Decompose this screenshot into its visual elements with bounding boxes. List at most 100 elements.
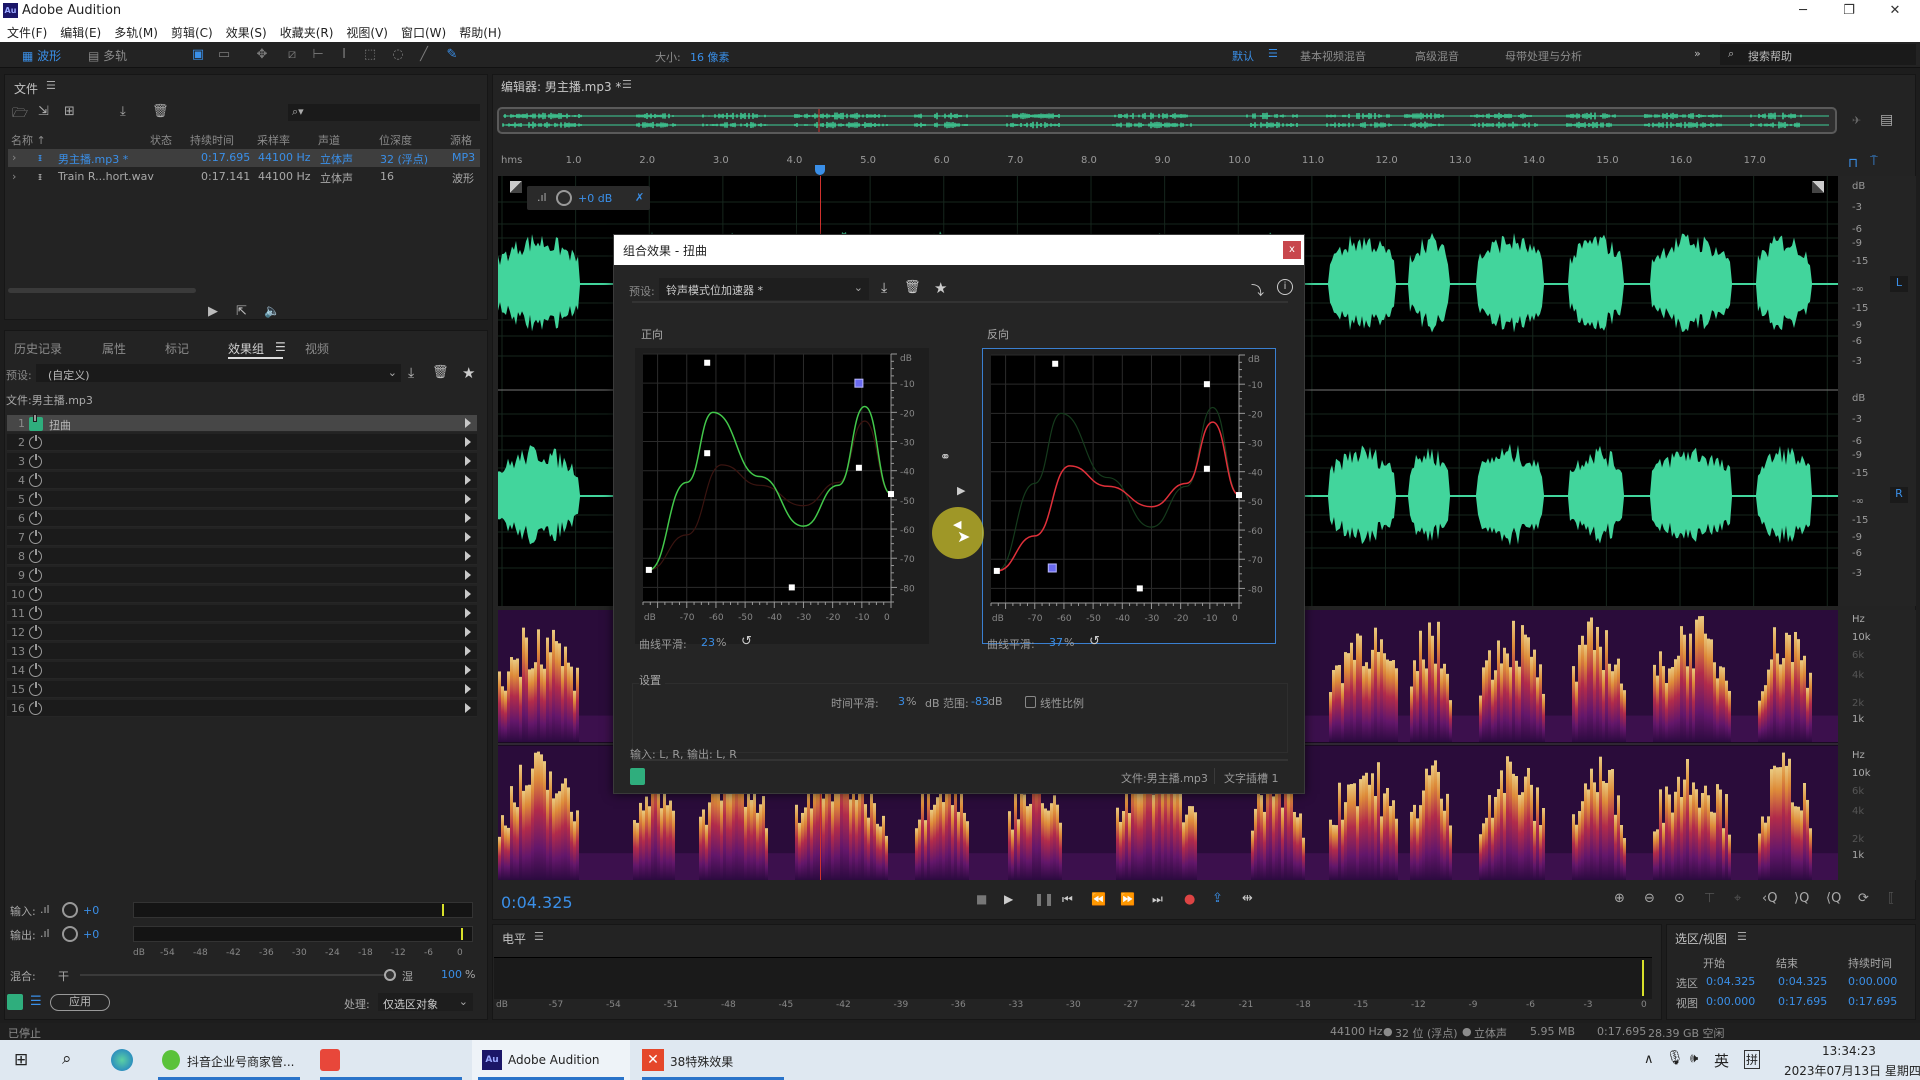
insert-into-multitrack-icon[interactable]: ⤓ bbox=[120, 104, 126, 119]
zoom-in-amplitude-icon[interactable]: ⊕ bbox=[1614, 891, 1625, 906]
fast-forward-button[interactable]: ⏩ bbox=[1120, 892, 1135, 906]
expand-icon[interactable]: › bbox=[12, 151, 16, 164]
fade-out-handle[interactable] bbox=[1812, 181, 1824, 193]
reset-curve-icon[interactable]: ↺ bbox=[741, 634, 752, 649]
help-search-field[interactable]: ⌕ 搜索帮助 bbox=[1720, 44, 1916, 65]
effect-slot[interactable]: 9 bbox=[7, 567, 477, 584]
tab-history[interactable]: 历史记录 bbox=[14, 340, 62, 357]
panel-menu-icon[interactable]: ☰ bbox=[534, 930, 544, 943]
effect-slot[interactable]: 16 bbox=[7, 700, 477, 717]
col-sample-rate[interactable]: 采样率 bbox=[257, 132, 290, 148]
autoplay-icon[interactable]: 🔈 bbox=[264, 304, 280, 319]
power-icon[interactable] bbox=[29, 700, 42, 715]
search-icon[interactable]: ⌕ bbox=[62, 1049, 72, 1069]
apply-button[interactable]: 应用 bbox=[50, 994, 110, 1011]
output-gain-knob[interactable] bbox=[62, 926, 78, 942]
routing-icon[interactable]: ⤵ bbox=[1251, 280, 1264, 299]
slot-menu-arrow-icon[interactable] bbox=[465, 627, 471, 637]
start-button[interactable]: ⊞ bbox=[14, 1050, 28, 1070]
spectral-display-icon[interactable]: ▣ bbox=[190, 47, 206, 63]
pitch-display-icon[interactable]: ▭ bbox=[216, 47, 232, 63]
menu-edit[interactable]: 编辑(E) bbox=[53, 22, 107, 41]
zoom-out-time-icon[interactable]: ⟩Q bbox=[1794, 891, 1809, 906]
expand-icon[interactable]: › bbox=[12, 170, 16, 183]
delete-preset-icon[interactable]: 🗑 bbox=[432, 365, 449, 380]
file-row[interactable]: › ᵻ 男主播.mp3 * 0:17.695 44100 Hz 立体声 32 (… bbox=[8, 149, 480, 167]
tab-effects-rack[interactable]: 效果组 bbox=[228, 340, 264, 357]
col-bit-depth[interactable]: 位深度 bbox=[379, 132, 412, 148]
linear-scale-checkbox[interactable] bbox=[1025, 696, 1036, 708]
new-file-icon[interactable]: ⊞ bbox=[64, 104, 75, 119]
marquee-icon[interactable]: ⬚ bbox=[362, 47, 378, 63]
menu-effects[interactable]: 效果(S) bbox=[219, 22, 273, 41]
time-smooth-value[interactable]: 3 bbox=[898, 695, 905, 708]
play-preview-icon[interactable]: ▶ bbox=[208, 304, 218, 319]
negative-curve-graph[interactable]: dB -70 -60 -50 -40 -30 -20 -10 0 dB -10 -20 -30 -40 -5… bbox=[983, 349, 1277, 645]
slot-menu-arrow-icon[interactable] bbox=[465, 589, 471, 599]
multitrack-view-button[interactable]: ▤ 多轨 bbox=[88, 47, 127, 64]
process-dropdown[interactable]: 仅选区对象 ⌄ bbox=[378, 993, 473, 1011]
dialog-preset-dropdown[interactable]: 铃声模式位加速器 * ⌄ bbox=[659, 278, 869, 300]
power-icon[interactable] bbox=[29, 681, 42, 696]
panel-menu-icon[interactable]: ☰ bbox=[275, 340, 286, 354]
effect-slot[interactable]: 2 bbox=[7, 434, 477, 451]
panel-menu-icon[interactable]: ☰ bbox=[46, 79, 56, 92]
effect-power-button[interactable] bbox=[630, 768, 645, 785]
go-to-end-button[interactable]: ⏭ bbox=[1152, 892, 1163, 907]
positive-smooth-value[interactable]: 23 bbox=[701, 636, 715, 649]
size-value[interactable]: 16 像素 bbox=[690, 49, 730, 65]
more-workspaces-button[interactable]: » bbox=[1694, 47, 1701, 60]
microphone-icon[interactable]: 🎙 bbox=[1666, 1050, 1684, 1066]
effect-slot[interactable]: 6 bbox=[7, 510, 477, 527]
panel-options-icon[interactable]: ▤ bbox=[1880, 112, 1893, 128]
go-to-start-button[interactable]: ⏮ bbox=[1062, 892, 1073, 907]
ime-language[interactable]: 英 bbox=[1714, 1050, 1729, 1071]
menu-help[interactable]: 帮助(H) bbox=[452, 22, 507, 41]
zoom-navigator-icon[interactable]: ✈ bbox=[1852, 114, 1861, 127]
tab-markers[interactable]: 标记 bbox=[165, 340, 189, 357]
slot-menu-arrow-icon[interactable] bbox=[465, 475, 471, 485]
files-search-input[interactable]: ⌕▾ bbox=[288, 104, 480, 121]
col-status[interactable]: 状态 bbox=[150, 132, 172, 148]
loop-button[interactable]: ⇪ bbox=[1212, 891, 1223, 906]
menu-view[interactable]: 视图(V) bbox=[339, 22, 394, 41]
effect-slot[interactable]: 11 bbox=[7, 605, 477, 622]
show-hidden-icons[interactable]: ∧ bbox=[1644, 1052, 1654, 1067]
pin-icon[interactable]: ✗ bbox=[635, 191, 644, 204]
effect-slot[interactable]: 15 bbox=[7, 681, 477, 698]
slot-menu-arrow-icon[interactable] bbox=[465, 665, 471, 675]
slot-menu-arrow-icon[interactable] bbox=[465, 608, 471, 618]
time-ruler[interactable]: hms 1.0 2.0 3.0 4.0 5.0 6.0 7.0 8.0 9.0 10.0 11.0 1… bbox=[496, 149, 1838, 172]
power-icon[interactable] bbox=[29, 529, 42, 544]
zoom-to-selection-icon[interactable]: ⊙ bbox=[1674, 891, 1685, 906]
list-view-icon[interactable]: ☰ bbox=[30, 994, 42, 1009]
move-tool-icon[interactable]: ✥ bbox=[254, 47, 270, 63]
record-button[interactable]: ● bbox=[1184, 892, 1195, 907]
panel-menu-icon[interactable]: ☰ bbox=[622, 78, 632, 91]
zoom-full-icon[interactable]: ⊤ bbox=[1704, 891, 1715, 906]
lasso-icon[interactable]: ◌ bbox=[390, 47, 406, 63]
slot-menu-arrow-icon[interactable] bbox=[465, 513, 471, 523]
fade-in-handle[interactable] bbox=[510, 181, 522, 193]
input-gain-knob[interactable] bbox=[62, 902, 78, 918]
mix-value[interactable]: 100 bbox=[441, 968, 462, 981]
stop-button[interactable]: ■ bbox=[976, 892, 987, 906]
files-scrollbar[interactable] bbox=[8, 288, 196, 293]
input-gain-value[interactable]: +0 bbox=[83, 904, 99, 917]
tab-properties[interactable]: 属性 bbox=[102, 340, 126, 357]
time-select-icon[interactable]: I bbox=[336, 47, 352, 63]
workspace-menu-icon[interactable]: ☰ bbox=[1268, 47, 1278, 60]
slot-menu-arrow-icon[interactable] bbox=[465, 570, 471, 580]
info-icon[interactable]: i bbox=[1277, 279, 1293, 295]
power-icon[interactable] bbox=[29, 453, 42, 468]
close-button[interactable]: ✕ bbox=[1872, 0, 1918, 22]
hud-gain-control[interactable]: .ıl +0 dB ✗ bbox=[527, 186, 650, 210]
zoom-selection-icon[interactable]: ⌖ bbox=[1734, 891, 1741, 906]
rack-preset-dropdown[interactable]: (自定义) ⌄ bbox=[36, 364, 401, 382]
db-range-value[interactable]: -83 bbox=[971, 695, 989, 708]
effect-slot[interactable]: 12 bbox=[7, 624, 477, 641]
workspace-video-mix[interactable]: 基本视频混音 bbox=[1300, 48, 1366, 64]
output-gain-value[interactable]: +0 bbox=[83, 928, 99, 941]
selection-start[interactable]: 0:04.325 bbox=[1706, 975, 1755, 988]
effect-slot[interactable]: 13 bbox=[7, 643, 477, 660]
